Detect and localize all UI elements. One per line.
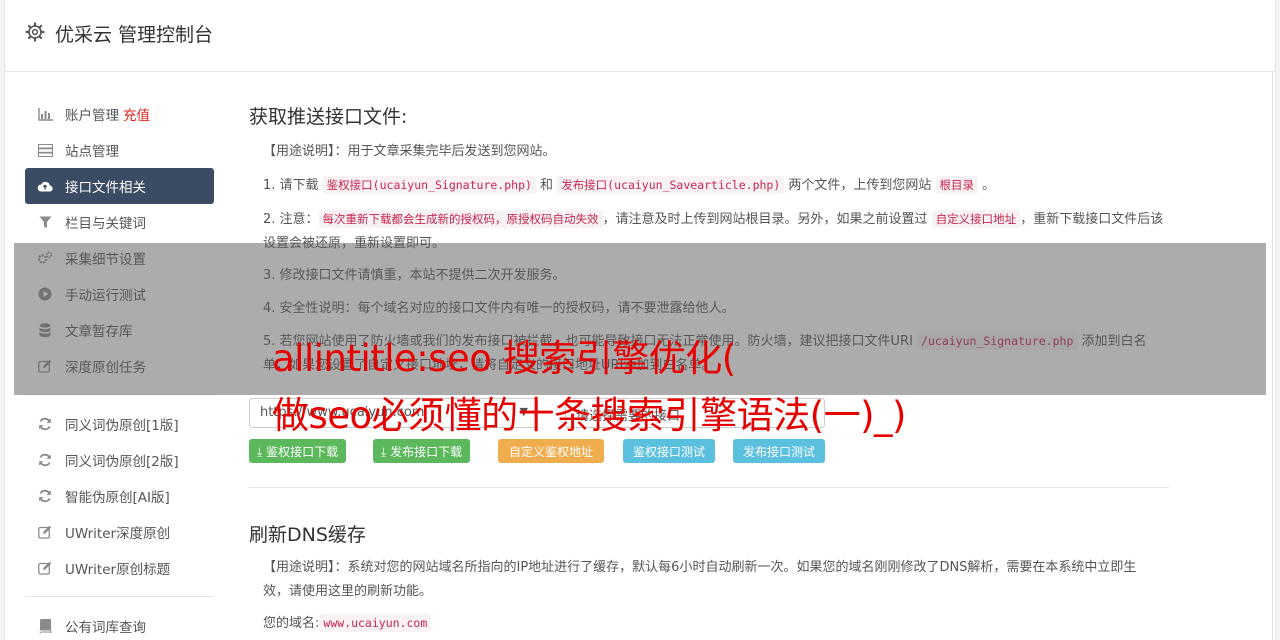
publish-interface-download-button[interactable]: ⤓ 发布接口下载: [373, 439, 471, 463]
sidebar-item-account[interactable]: 账户管理 充值: [25, 96, 214, 132]
edit-icon: [37, 524, 53, 540]
domain-label: 您的域名:: [263, 616, 320, 631]
code-custom-address: 自定义接口地址: [931, 210, 1021, 228]
sidebar-item-label: UWriter深度原创: [65, 526, 171, 542]
sign-interface-test-button[interactable]: 鉴权接口测试: [623, 439, 716, 463]
edit-icon: [37, 560, 53, 576]
section-title-push-interface: 获取推送接口文件:: [249, 106, 408, 128]
sidebar-item-columns-keywords[interactable]: 栏目与关键词: [25, 204, 214, 240]
sidebar-item-label: 接口文件相关: [65, 180, 146, 196]
book-icon: [37, 618, 53, 634]
sidebar-item-synonym-v1[interactable]: 同义词伪原创[1版]: [25, 406, 214, 442]
top-bar: 优采云 管理控制台: [4, 0, 1276, 72]
recharge-link[interactable]: 充值: [123, 104, 150, 124]
sidebar-item-public-lexicon[interactable]: 公有词库查询: [25, 608, 214, 640]
download-icon: ⤓: [257, 445, 267, 459]
domain-row: 您的域名: www.ucaiyun.com: [263, 611, 432, 636]
code-regenerate-warning: 每次重新下载都会生成新的授权码，原授权码自动失效: [318, 210, 603, 228]
sidebar-divider: [25, 596, 214, 597]
bar-chart-icon: [37, 106, 53, 122]
sidebar-item-interface-files[interactable]: 接口文件相关: [25, 168, 214, 204]
sidebar-item-uwriter-deep[interactable]: UWriter深度原创: [25, 514, 214, 550]
instruction-1: 1. 请下载 鉴权接口(ucaiyun_Signature.php) 和 发布接…: [263, 176, 996, 194]
overlay-line-1: allintitle:seo 搜索引擎优化(: [272, 337, 736, 380]
server-icon: [37, 142, 53, 158]
sidebar-item-label: 智能伪原创[AI版]: [65, 490, 170, 506]
sidebar-item-ai-rewrite[interactable]: 智能伪原创[AI版]: [25, 478, 214, 514]
download-icon: ⤓: [381, 445, 391, 459]
scrollbar[interactable]: [1272, 72, 1273, 640]
sidebar-item-uwriter-title[interactable]: UWriter原创标题: [25, 550, 214, 586]
code-sign-file: 鉴权接口(ucaiyun_Signature.php): [322, 176, 536, 194]
sidebar-item-label: UWriter原创标题: [65, 562, 171, 578]
refresh-icon: [37, 416, 53, 432]
section-divider: [249, 487, 1169, 488]
sign-interface-download-button[interactable]: ⤓ 鉴权接口下载: [249, 439, 347, 463]
dns-usage-note: 【用途说明】：系统对您的网站域名所指向的IP地址进行了缓存，默认每6小时自动刷新…: [263, 560, 1137, 599]
code-publish-file: 发布接口(ucaiyun_Savearticle.php): [557, 176, 785, 194]
sidebar-item-label: 公有词库查询: [65, 620, 146, 636]
app-title: 优采云 管理控制台: [55, 24, 214, 46]
publish-interface-test-button[interactable]: 发布接口测试: [733, 439, 826, 463]
custom-sign-address-button[interactable]: 自定义鉴权地址: [498, 439, 605, 463]
sidebar-item-label: 账户管理: [65, 108, 119, 124]
sidebar-item-label: 站点管理: [65, 144, 119, 160]
sidebar-item-label: 同义词伪原创[1版]: [65, 418, 179, 434]
domain-value: www.ucaiyun.com: [319, 614, 432, 632]
overlay-line-2: 做seo必须懂的十条搜索引擎语法(一)_): [272, 394, 906, 437]
sidebar-item-label: 栏目与关键词: [65, 216, 146, 232]
cloud-upload-icon: [37, 178, 53, 194]
sidebar-item-label: 同义词伪原创[2版]: [65, 454, 179, 470]
section-title-dns: 刷新DNS缓存: [249, 524, 366, 546]
refresh-icon: [37, 488, 53, 504]
sidebar-item-sites[interactable]: 站点管理: [25, 132, 214, 168]
usage-note: 【用途说明】：用于文章采集完毕后发送到您网站。: [263, 144, 556, 159]
sidebar-item-synonym-v2[interactable]: 同义词伪原创[2版]: [25, 442, 214, 478]
refresh-icon: [37, 452, 53, 468]
code-root-dir: 根目录: [935, 176, 979, 194]
filter-icon: [37, 214, 53, 230]
gear-icon: [25, 22, 45, 42]
